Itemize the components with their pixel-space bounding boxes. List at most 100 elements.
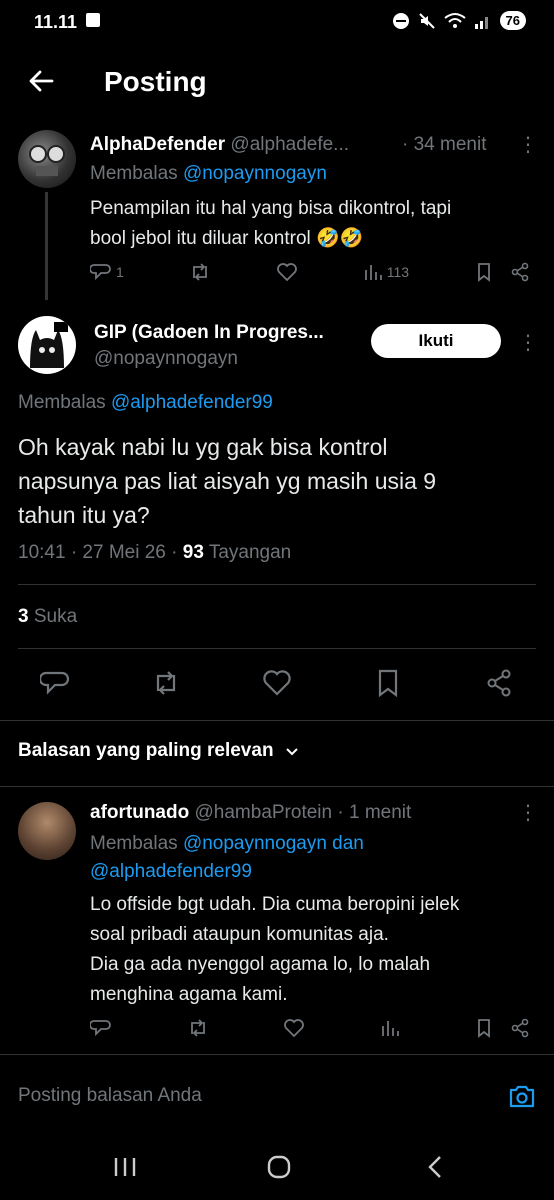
reply-post[interactable]: afortunado @hambaProtein · 1 menit ⋮ Mem… (0, 786, 554, 1054)
heart-icon (276, 263, 297, 282)
repost-icon[interactable] (151, 668, 181, 698)
main-action-bar (40, 668, 514, 698)
share-icon[interactable] (484, 668, 514, 698)
heart-icon[interactable] (283, 1018, 305, 1038)
post-text-line: Oh kayak nabi lu yg gak bisa kontrol (18, 434, 388, 460)
top-bar: Posting (0, 50, 554, 116)
more-options-icon[interactable]: ⋮ (518, 132, 538, 157)
reply-prefix: Membalas (18, 392, 106, 413)
reply-mention[interactable]: @nopaynnogayn dan (183, 833, 364, 854)
views-label: Tayangan (208, 542, 292, 563)
heart-icon[interactable] (262, 668, 292, 698)
reply-prefix: Membalas (90, 833, 178, 854)
mute-icon (418, 12, 435, 29)
post-text: Oh kayak nabi lu yg gak bisa kontrol nap… (18, 430, 436, 532)
status-icons: 76 (392, 11, 526, 30)
post-meta: 10:41 · 27 Mei 26 · 93 Tayangan (18, 542, 291, 564)
camera-icon[interactable] (508, 1083, 536, 1109)
reply-mention[interactable]: @alphadefender99 (111, 392, 273, 413)
page-title: Posting (104, 66, 207, 97)
reply-icon[interactable] (90, 1018, 112, 1038)
bookmark-icon[interactable] (474, 1018, 494, 1038)
reply-icon (90, 264, 111, 281)
avatar[interactable] (18, 316, 76, 374)
handle[interactable]: @hambaProtein (195, 802, 333, 823)
battery-level: 76 (499, 11, 526, 30)
repost-button[interactable] (189, 262, 211, 282)
repost-icon[interactable] (187, 1018, 209, 1038)
parent-post[interactable]: AlphaDefender @alphadefe... · 34 menit ⋮… (0, 116, 554, 300)
post-header: afortunado @hambaProtein · 1 menit (90, 802, 411, 824)
post-time: · 34 menit (402, 134, 487, 155)
reply-button[interactable]: 1 (90, 262, 124, 282)
bookmark-icon[interactable] (474, 262, 494, 282)
post-extra-actions (474, 262, 530, 282)
bookmark-icon[interactable] (373, 668, 403, 698)
post-text-line: bool jebol itu diluar kontrol 🤣🤣 (90, 228, 364, 249)
avatar[interactable] (18, 802, 76, 860)
views-button[interactable]: 113 (363, 262, 409, 282)
view-count: 93 (182, 542, 204, 563)
display-name[interactable]: afortunado (90, 802, 189, 823)
handle[interactable]: @nopaynnogayn (94, 348, 238, 370)
post-timestamp[interactable]: 10:41 · 27 Mei 26 · (18, 542, 177, 563)
action-bar (90, 1018, 530, 1038)
reply-context: Membalas @alphadefender99 (18, 392, 273, 414)
display-name[interactable]: GIP (Gadoen In Progres... (94, 322, 324, 344)
share-icon[interactable] (510, 262, 530, 282)
post-text-line: soal pribadi ataupun komunitas aja. (90, 924, 389, 945)
reply-icon[interactable] (40, 668, 70, 698)
post-text-line: Dia ga ada nyenggol agama lo, lo malah (90, 954, 431, 975)
display-name[interactable]: AlphaDefender (90, 134, 225, 155)
post-text: Penampilan itu hal yang bisa dikontrol, … (90, 194, 451, 254)
post-text: Lo offside bgt udah. Dia cuma beropini j… (90, 890, 459, 1010)
system-nav-bar (0, 1134, 554, 1200)
more-options-icon[interactable]: ⋮ (518, 800, 538, 825)
post-text-line: Lo offside bgt udah. Dia cuma beropini j… (90, 894, 460, 915)
sort-label: Balasan yang paling relevan (18, 740, 274, 761)
divider (0, 720, 554, 721)
reply-count: 1 (116, 264, 124, 280)
signal-icon (474, 16, 488, 29)
likes-summary[interactable]: 3 Suka (18, 606, 77, 628)
post-text-line: menghina agama kami. (90, 984, 288, 1005)
recent-apps-icon[interactable] (112, 1156, 138, 1178)
more-options-icon[interactable]: ⋮ (518, 330, 538, 355)
divider (0, 1054, 554, 1055)
like-button[interactable] (276, 262, 298, 282)
wifi-icon (443, 12, 466, 28)
divider (18, 584, 536, 585)
handle[interactable]: @alphadefe... (230, 134, 349, 155)
divider (18, 648, 536, 649)
repost-icon (192, 263, 207, 281)
follow-button[interactable]: Ikuti (371, 324, 501, 358)
reply-context: Membalas @nopaynnogayn dan @alphadefende… (90, 830, 364, 886)
post-time: · 1 menit (337, 802, 412, 823)
status-time: 11.11 (34, 12, 78, 32)
back-icon[interactable] (424, 1154, 446, 1180)
notification-check-icon (86, 13, 100, 27)
status-bar: 11.11 76 (0, 0, 554, 50)
reply-prefix: Membalas (90, 163, 178, 184)
action-bar: 1 113 (90, 262, 530, 282)
reply-input[interactable]: Posting balasan Anda (18, 1085, 202, 1107)
reply-sort-dropdown[interactable]: Balasan yang paling relevan (18, 740, 300, 762)
view-count: 113 (386, 264, 410, 280)
post-text-line: napsunya pas liat aisyah yg masih usia 9 (18, 468, 437, 494)
reply-mention[interactable]: @alphadefender99 (90, 858, 364, 886)
reply-composer[interactable]: Posting balasan Anda (18, 1072, 536, 1120)
back-arrow-icon[interactable] (28, 68, 54, 99)
views-icon[interactable] (380, 1018, 400, 1038)
post-text-line: tahun itu ya? (18, 502, 150, 528)
home-icon[interactable] (266, 1154, 292, 1180)
reply-mention[interactable]: @nopaynnogayn (183, 163, 327, 184)
likes-label: Suka (33, 606, 78, 627)
thread-line (45, 192, 48, 300)
post-header: AlphaDefender @alphadefe... (90, 134, 349, 156)
share-icon[interactable] (510, 1018, 530, 1038)
avatar[interactable] (18, 130, 76, 188)
views-icon (364, 265, 382, 280)
likes-count: 3 (18, 606, 29, 627)
main-post: GIP (Gadoen In Progres... @nopaynnogayn … (0, 300, 554, 600)
chevron-down-icon (285, 748, 298, 756)
